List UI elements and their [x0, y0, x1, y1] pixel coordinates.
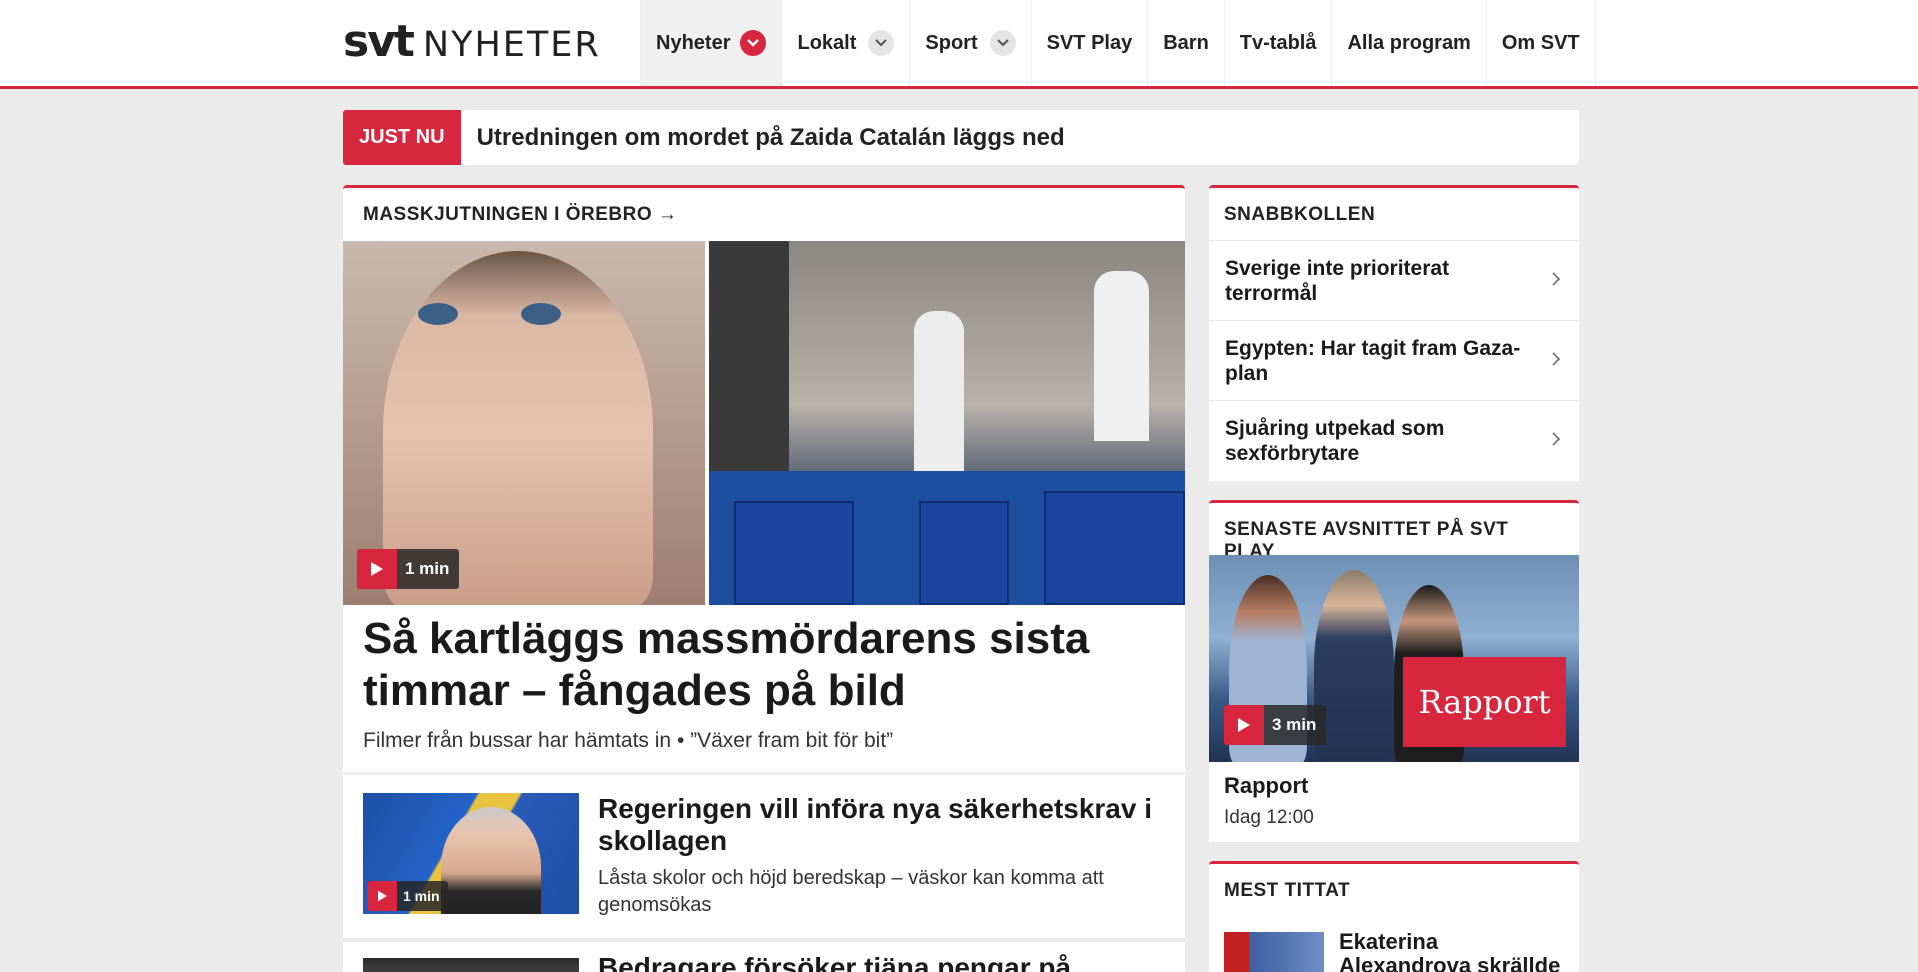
hero-subheading: Filmer från bussar har hämtats in • ”Väx…: [363, 729, 894, 752]
play-icon: [357, 549, 397, 589]
logo-svt: svt: [343, 16, 415, 67]
nav-alla-program[interactable]: Alla program: [1331, 0, 1485, 86]
nav-tv-tabla[interactable]: Tv-tablå: [1223, 0, 1332, 86]
main-nav: Nyheter Lokalt Sport SVT Play Barn Tv-ta…: [640, 0, 1596, 86]
nav-svt-play[interactable]: SVT Play: [1030, 0, 1148, 86]
most-viewed-headline[interactable]: Ekaterina Alexandrova skrällde: [1339, 930, 1564, 972]
article-summary: Låsta skolor och höjd beredskap – väskor…: [598, 867, 1104, 916]
chevron-down-icon[interactable]: [868, 30, 895, 56]
svt-nyheter-logo[interactable]: svt NYHETER: [343, 16, 601, 67]
section-link-masskjutningen[interactable]: MASSKJUTNINGEN I ÖREBRO →: [343, 188, 1185, 240]
nav-om-svt[interactable]: Om SVT: [1485, 0, 1596, 86]
breaking-news-bar[interactable]: JUST NU Utredningen om mordet på Zaida C…: [343, 110, 1579, 165]
rapport-thumbnail[interactable]: Rapport 3 min: [1209, 555, 1579, 762]
most-viewed-heading: MEST TITTAT: [1224, 880, 1351, 901]
rapport-logo: Rapport: [1403, 657, 1566, 747]
svt-play-box[interactable]: SENASTE AVSNITTET PÅ SVT PLAY Rapport 3 …: [1209, 500, 1579, 842]
article-image[interactable]: 1 min: [363, 793, 579, 914]
play-icon: [1224, 705, 1264, 745]
nav-nyheter-label: Nyheter: [656, 31, 731, 54]
snabbkollen-heading: SNABBKOLLEN: [1224, 204, 1376, 225]
snabbkollen-box: SNABBKOLLEN Sverige inte prioriterat ter…: [1209, 185, 1579, 481]
breaking-news-text[interactable]: Utredningen om mordet på Zaida Catalán l…: [477, 124, 1065, 152]
chevron-down-icon[interactable]: [989, 30, 1016, 56]
chevron-right-icon: [1551, 271, 1561, 292]
snabbkollen-item[interactable]: Sjuåring utpekad som sexförbrytare: [1209, 400, 1579, 480]
most-viewed-image[interactable]: [1224, 932, 1324, 972]
video-badge[interactable]: 1 min: [367, 881, 448, 911]
hero-image-crime-scene: [709, 241, 1185, 605]
program-title[interactable]: Rapport: [1224, 773, 1308, 799]
play-icon: [367, 881, 397, 911]
hero-image[interactable]: 1 min: [343, 241, 1185, 605]
program-time: Idag 12:00: [1224, 807, 1314, 828]
nav-barn[interactable]: Barn: [1147, 0, 1224, 86]
snabbkollen-item-label: Egypten: Har tagit fram Gaza-plan: [1225, 336, 1521, 385]
article-teaser[interactable]: Bedragare försöker tjäna pengar på: [343, 942, 1185, 972]
chevron-right-icon: [1551, 351, 1561, 372]
article-teaser[interactable]: 1 min Regeringen vill införa nya säkerhe…: [343, 775, 1185, 938]
snabbkollen-item[interactable]: Egypten: Har tagit fram Gaza-plan: [1209, 320, 1579, 400]
snabbkollen-item-label: Sverige inte prioriterat terrormål: [1225, 256, 1450, 305]
video-duration: 1 min: [405, 559, 450, 578]
most-viewed-box: MEST TITTAT Ekaterina Alexandrova skräll…: [1209, 861, 1579, 972]
logo-nyheter: NYHETER: [422, 25, 601, 65]
site-header: svt NYHETER Nyheter Lokalt Sport SVT Pla…: [0, 0, 1918, 89]
video-badge[interactable]: 3 min: [1224, 705, 1327, 745]
hero-headline[interactable]: Så kartläggs massmördarens sista timmar …: [363, 613, 1163, 717]
svt-play-heading: SENASTE AVSNITTET PÅ SVT PLAY: [1224, 519, 1509, 562]
chevron-down-icon[interactable]: [740, 30, 767, 56]
article-image[interactable]: [363, 958, 579, 972]
nav-lokalt-label: Lokalt: [797, 31, 857, 54]
snabbkollen-item[interactable]: Sverige inte prioriterat terrormål: [1209, 240, 1579, 320]
nav-lokalt[interactable]: Lokalt: [781, 0, 909, 86]
article-headline[interactable]: Regeringen vill införa nya säkerhetskrav…: [598, 793, 1168, 857]
chevron-right-icon: [1551, 431, 1561, 452]
video-duration: 1 min: [403, 888, 440, 904]
nav-sport[interactable]: Sport: [909, 0, 1030, 86]
video-badge[interactable]: 1 min: [357, 549, 460, 589]
snabbkollen-item-label: Sjuåring utpekad som sexförbrytare: [1225, 416, 1445, 465]
hero-article-card[interactable]: MASSKJUTNINGEN I ÖREBRO → 1 min Så kartl…: [343, 185, 1185, 772]
nav-sport-label: Sport: [925, 31, 978, 54]
just-nu-tag: JUST NU: [343, 110, 461, 165]
nav-nyheter[interactable]: Nyheter: [640, 0, 782, 86]
article-headline[interactable]: Bedragare försöker tjäna pengar på: [598, 952, 1071, 972]
video-duration: 3 min: [1272, 715, 1317, 734]
